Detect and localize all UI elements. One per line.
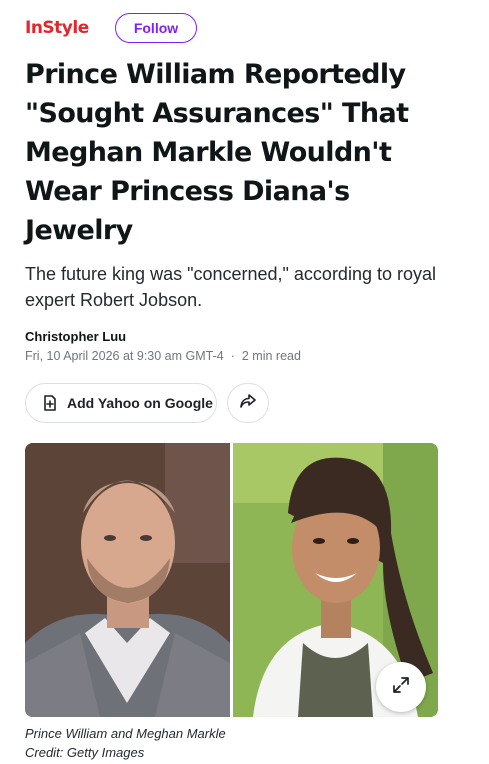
read-time: 2 min read xyxy=(241,349,301,363)
share-button[interactable] xyxy=(227,383,269,423)
caption-text: Prince William and Meghan Markle xyxy=(25,726,226,741)
article-headline: Prince William Reportedly "Sought Assura… xyxy=(25,59,409,246)
article-subheadline: The future king was "concerned," accordi… xyxy=(25,264,436,310)
add-yahoo-on-google-button[interactable]: Add Yahoo on Google xyxy=(25,383,217,423)
publish-date: Fri, 10 April 2026 at 9:30 am GMT-4 xyxy=(25,349,224,363)
article-image[interactable] xyxy=(25,443,438,717)
publisher-logo[interactable]: InStyle xyxy=(25,18,89,38)
prince-william-photo xyxy=(25,443,230,717)
follow-button[interactable]: Follow xyxy=(115,13,197,43)
expand-image-button[interactable] xyxy=(376,662,426,712)
image-caption: Prince William and Meghan Markle Credit:… xyxy=(25,724,226,762)
share-arrow-icon xyxy=(240,393,256,413)
meta-separator: · xyxy=(230,349,235,363)
article-actions: Add Yahoo on Google xyxy=(25,383,269,423)
image-credit: Credit: Getty Images xyxy=(25,745,145,760)
add-yahoo-label: Add Yahoo on Google xyxy=(67,395,213,411)
expand-icon xyxy=(392,676,410,699)
add-document-icon xyxy=(43,395,57,411)
publisher-header: InStyle xyxy=(25,12,89,44)
article-meta: Fri, 10 April 2026 at 9:30 am GMT-4 · 2 … xyxy=(25,349,301,363)
author-name[interactable]: Christopher Luu xyxy=(25,329,126,344)
